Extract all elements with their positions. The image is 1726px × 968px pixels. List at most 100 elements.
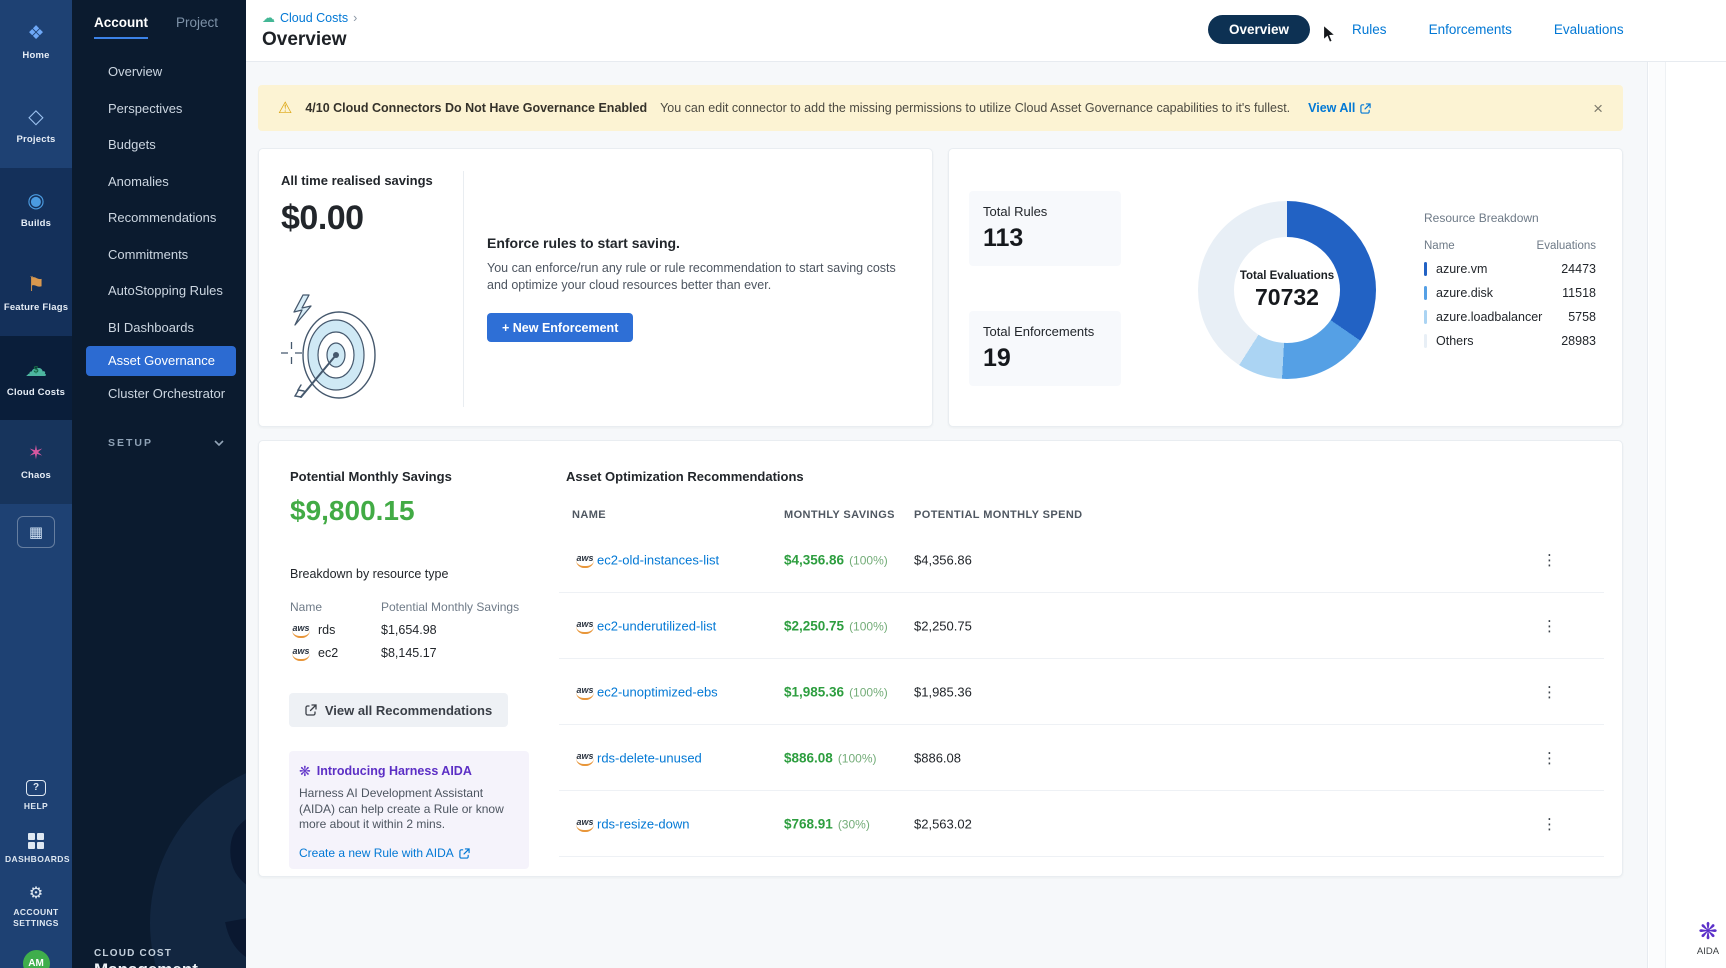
dashboards-button[interactable]: DASHBOARDS	[5, 833, 67, 865]
rail-item-cloud-costs[interactable]: ☁ $ Cloud Costs	[0, 336, 72, 420]
card-divider	[463, 171, 464, 407]
tab-rules[interactable]: Rules	[1352, 22, 1387, 37]
sidebar-setup-toggle[interactable]: SETUP	[72, 437, 246, 449]
savings-percent: (100%)	[849, 553, 888, 567]
breakdown-row: aws rds $1,654.98	[290, 618, 540, 641]
chevron-down-icon	[214, 440, 224, 446]
view-all-link[interactable]: View All	[1308, 101, 1371, 115]
account-settings-button[interactable]: ⚙ ACCOUNT SETTINGS	[5, 886, 67, 929]
kebab-menu-icon[interactable]: ⋮	[1536, 547, 1563, 573]
potential-savings-amount: $9,800.15	[290, 495, 415, 527]
savings-percent: (100%)	[849, 685, 888, 699]
rule-link[interactable]: rds-delete-unused	[597, 750, 702, 765]
legend-row: azure.vm 24473	[1424, 262, 1596, 276]
projects-icon: ◇	[28, 107, 43, 127]
rail-item-projects[interactable]: ◇ Projects	[0, 84, 72, 168]
tab-project[interactable]: Project	[176, 15, 218, 39]
table-row: aws ec2-underutilized-list $2,250.75 (100…	[559, 593, 1604, 659]
breakdown-row: aws ec2 $8,145.17	[290, 641, 540, 664]
sidebar-item-recommendations[interactable]: Recommendations	[72, 200, 246, 237]
rail-bottom: ? HELP DASHBOARDS ⚙ ACCOUNT SETTINGS AM	[0, 780, 72, 968]
enforce-rules-description: You can enforce/run any rule or rule rec…	[487, 260, 919, 294]
gear-icon: ⚙	[29, 886, 43, 902]
donut-center-value: 70732	[1255, 284, 1319, 311]
breakdown-header: Name Potential Monthly Savings	[290, 595, 540, 618]
breadcrumb: ☁ Cloud Costs ›	[262, 10, 357, 26]
realised-savings-card: All time realised savings $0.00 Enforce …	[258, 148, 933, 427]
grid-icon: ▦	[29, 523, 43, 541]
resource-breakdown-legend: Resource Breakdown Name Evaluations azur…	[1424, 211, 1596, 348]
rule-link[interactable]: ec2-underutilized-list	[597, 618, 716, 633]
sidebar-footer-module-name: Management	[94, 960, 198, 968]
sidebar-item-autostopping-rules[interactable]: AutoStopping Rules	[72, 273, 246, 310]
legend-row: azure.disk 11518	[1424, 286, 1596, 300]
aws-icon: aws	[290, 646, 312, 660]
spend-value: $2,250.75	[914, 618, 972, 633]
help-button[interactable]: ? HELP	[24, 780, 48, 812]
breakdown-subtitle: Breakdown by resource type	[290, 567, 448, 581]
external-link-icon	[305, 704, 317, 716]
sidebar-item-commitments[interactable]: Commitments	[72, 237, 246, 274]
legend-chip	[1424, 262, 1427, 276]
sidebar-item-overview[interactable]: Overview	[72, 54, 246, 91]
savings-percent: (100%)	[849, 619, 888, 633]
rail-item-builds[interactable]: ◉ Builds	[0, 168, 72, 252]
user-avatar[interactable]: AM	[23, 950, 50, 968]
aida-assistant-button[interactable]: ❋ AIDA	[1676, 920, 1726, 957]
breakdown-table: Name Potential Monthly Savings aws rds $…	[290, 595, 540, 664]
tab-evaluations[interactable]: Evaluations	[1554, 22, 1624, 37]
dollar-watermark: $	[222, 770, 246, 968]
rail-item-label: Home	[22, 50, 49, 61]
sidebar-menu: Overview Perspectives Budgets Anomalies …	[72, 54, 246, 413]
realised-savings-amount: $0.00	[281, 199, 364, 238]
module-selector-button[interactable]: ▦	[17, 516, 55, 548]
scrollbar[interactable]	[1649, 62, 1666, 968]
aida-flower-icon: ❋	[1676, 920, 1726, 943]
column-header-name: NAME	[572, 509, 606, 521]
sidebar-item-perspectives[interactable]: Perspectives	[72, 91, 246, 128]
aida-panel-header: ❋ Introducing Harness AIDA	[299, 764, 472, 778]
legend-title: Resource Breakdown	[1424, 211, 1596, 225]
rule-link[interactable]: ec2-unoptimized-ebs	[597, 684, 718, 699]
aws-icon: aws	[574, 817, 596, 831]
banner-body: You can edit connector to add the missin…	[660, 101, 1290, 115]
aws-icon: aws	[574, 553, 596, 567]
tab-enforcements[interactable]: Enforcements	[1429, 22, 1512, 37]
legend-row: azure.loadbalancer 5758	[1424, 310, 1596, 324]
kebab-menu-icon[interactable]: ⋮	[1536, 679, 1563, 705]
external-link-icon	[459, 848, 470, 859]
aws-icon: aws	[574, 619, 596, 633]
dashboards-icon	[28, 833, 44, 849]
sidebar-item-cluster-orchestrator[interactable]: Cluster Orchestrator	[72, 376, 246, 413]
legend-chip	[1424, 310, 1427, 324]
close-icon[interactable]: ×	[1593, 100, 1603, 117]
sidebar-item-budgets[interactable]: Budgets	[72, 127, 246, 164]
kebab-menu-icon[interactable]: ⋮	[1536, 613, 1563, 639]
rail-item-chaos[interactable]: ✶ Chaos	[0, 420, 72, 504]
rule-link[interactable]: ec2-old-instances-list	[597, 552, 719, 567]
new-enforcement-button[interactable]: + New Enforcement	[487, 313, 633, 342]
create-rule-with-aida-link[interactable]: Create a new Rule with AIDA	[299, 846, 470, 860]
sidebar-item-anomalies[interactable]: Anomalies	[72, 164, 246, 201]
table-row: aws rds-resize-down $768.91(30%) $2,563.…	[559, 791, 1604, 857]
breadcrumb-link[interactable]: Cloud Costs	[280, 11, 348, 25]
total-enforcements-statbox: Total Enforcements 19	[969, 311, 1121, 386]
sidebar-item-asset-governance[interactable]: Asset Governance	[86, 346, 236, 376]
table-row: aws ec2-old-instances-list $4,356.86(100…	[559, 527, 1604, 593]
column-header-monthly-savings: MONTHLY SAVINGS	[784, 509, 895, 521]
rail-item-label: Cloud Costs	[7, 387, 65, 398]
tab-account[interactable]: Account	[94, 15, 148, 39]
rail-item-home[interactable]: ❖ Home	[0, 0, 72, 84]
rail-item-feature-flags[interactable]: ⚑ Feature Flags	[0, 252, 72, 336]
legend-header: Name Evaluations	[1424, 240, 1596, 252]
kebab-menu-icon[interactable]: ⋮	[1536, 811, 1563, 837]
tab-overview[interactable]: Overview	[1208, 15, 1310, 44]
kebab-menu-icon[interactable]: ⋮	[1536, 745, 1563, 771]
rail-item-label: Feature Flags	[4, 302, 68, 313]
sidebar-item-bi-dashboards[interactable]: BI Dashboards	[72, 310, 246, 347]
sidebar: Account Project Overview Perspectives Bu…	[72, 0, 246, 968]
home-icon: ❖	[27, 24, 44, 43]
rule-link[interactable]: rds-resize-down	[597, 816, 689, 831]
view-all-recommendations-button[interactable]: View all Recommendations	[289, 693, 508, 727]
recommendations-title: Asset Optimization Recommendations	[566, 469, 804, 484]
